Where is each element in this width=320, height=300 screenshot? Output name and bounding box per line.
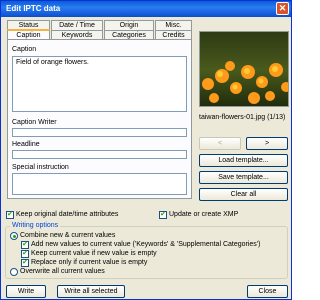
- tab-origin[interactable]: Origin: [104, 20, 154, 30]
- window-title: Edit IPTC data: [6, 4, 61, 13]
- combine-radio[interactable]: [10, 232, 18, 240]
- keep-current-checkbox[interactable]: ✔: [21, 250, 29, 258]
- keep-original-label: Keep original date/time attributes: [16, 211, 119, 218]
- title-bar: Edit IPTC data ✕: [1, 1, 291, 17]
- keep-current-label: Keep current value if new value is empty: [31, 250, 157, 257]
- write-button[interactable]: Write: [6, 285, 46, 298]
- caption-label: Caption: [12, 46, 37, 53]
- save-template-button[interactable]: Save template...: [199, 171, 288, 184]
- image-preview: [199, 31, 289, 107]
- overwrite-label: Overwrite all current values: [20, 268, 105, 275]
- preview-filename: taiwan-flowers-01.jpg (1/13): [199, 114, 286, 121]
- close-button[interactable]: Close: [247, 285, 288, 298]
- combine-label: Combine new & current values: [20, 232, 116, 239]
- flowers-thumbnail: [200, 32, 288, 106]
- caption-writer-input[interactable]: [12, 128, 187, 137]
- update-xmp-label: Update or create XMP: [169, 211, 239, 218]
- special-instruction-textarea[interactable]: [12, 173, 187, 195]
- edit-iptc-dialog: Edit IPTC data ✕ Status Date / Time Orig…: [0, 0, 292, 300]
- replace-only-label: Replace only if current value is empty: [31, 259, 148, 266]
- clear-all-button[interactable]: Clear all: [199, 188, 288, 201]
- overwrite-radio[interactable]: [10, 268, 18, 276]
- headline-label: Headline: [12, 141, 40, 148]
- update-xmp-check[interactable]: ✔: [159, 211, 167, 219]
- writing-options-title: Writing options: [10, 222, 61, 229]
- tab-date-time[interactable]: Date / Time: [51, 20, 103, 30]
- load-template-button[interactable]: Load template...: [199, 154, 288, 167]
- add-new-checkbox[interactable]: ✔: [21, 241, 29, 249]
- previous-image-button[interactable]: <: [199, 137, 241, 150]
- write-all-selected-button[interactable]: Write all selected: [57, 285, 125, 298]
- close-window-icon[interactable]: ✕: [276, 2, 289, 15]
- keep-original-checkbox[interactable]: ✔: [6, 211, 14, 219]
- tab-misc[interactable]: Misc.: [155, 20, 192, 30]
- replace-only-checkbox[interactable]: ✔: [21, 259, 29, 267]
- add-new-label: Add new values to current value ('Keywor…: [31, 241, 261, 248]
- headline-input[interactable]: [12, 150, 187, 159]
- special-instruction-label: Special instruction: [12, 164, 69, 171]
- caption-writer-label: Caption Writer: [12, 119, 57, 126]
- caption-textarea[interactable]: Field of orange flowers.: [12, 56, 187, 112]
- caption-panel: Caption Field of orange flowers. Caption…: [7, 39, 192, 199]
- next-image-button[interactable]: >: [246, 137, 288, 150]
